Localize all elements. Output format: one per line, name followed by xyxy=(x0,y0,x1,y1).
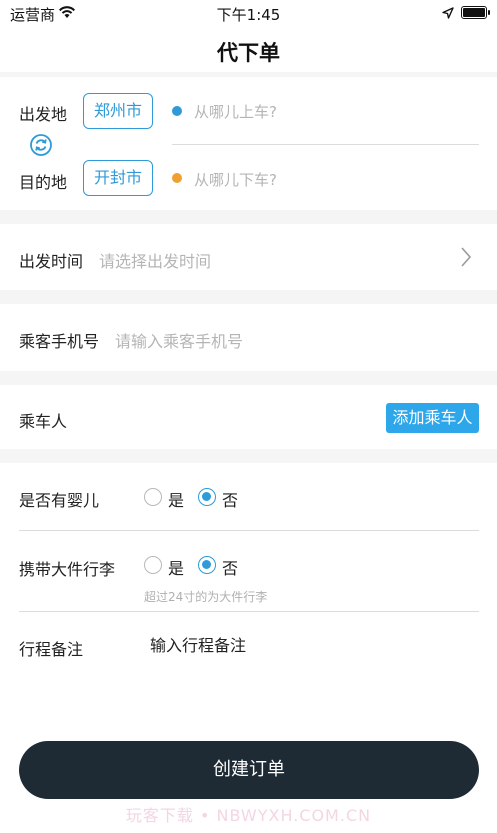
section-gap xyxy=(0,371,497,385)
luggage-label: 携带大件行李 xyxy=(19,560,116,579)
phone-input[interactable]: 请输入乘客手机号 xyxy=(115,328,243,352)
options-divider xyxy=(19,611,479,612)
departure-time-picker[interactable]: 请选择出发时间 xyxy=(99,248,211,272)
destination-label: 目的地 xyxy=(19,173,68,192)
swap-cities-icon[interactable] xyxy=(29,133,53,157)
options-divider xyxy=(19,530,479,531)
phone-label: 乘客手机号 xyxy=(19,332,100,351)
battery-icon xyxy=(461,6,490,19)
luggage-yes-label[interactable]: 是 xyxy=(168,555,184,579)
remark-input[interactable]: 输入行程备注 xyxy=(150,632,246,656)
luggage-hint: 超过24寸的为大件行李 xyxy=(144,590,268,604)
section-gap xyxy=(0,290,497,304)
departure-label: 出发地 xyxy=(19,105,68,124)
pickup-input[interactable]: 从哪儿上车? xyxy=(194,101,277,122)
luggage-no-label[interactable]: 否 xyxy=(222,555,238,579)
create-order-button[interactable]: 创建订单 xyxy=(19,741,479,799)
pickup-dot-icon xyxy=(172,106,182,116)
section-gap xyxy=(0,449,497,463)
passenger-label: 乘车人 xyxy=(19,412,68,431)
destination-city-button[interactable]: 开封市 xyxy=(83,160,153,196)
infant-yes-radio[interactable] xyxy=(144,488,162,506)
infant-yes-label[interactable]: 是 xyxy=(168,487,184,511)
page-title: 代下单 xyxy=(217,41,280,65)
infant-no-radio[interactable] xyxy=(198,488,216,506)
status-bar: 运营商 下午1:45 xyxy=(0,0,497,26)
luggage-yes-radio[interactable] xyxy=(144,556,162,574)
departure-city-button[interactable]: 郑州市 xyxy=(83,93,153,129)
infant-no-label[interactable]: 否 xyxy=(222,487,238,511)
add-passenger-button[interactable]: 添加乘车人 xyxy=(386,403,479,433)
infant-label: 是否有婴儿 xyxy=(19,491,100,510)
luggage-no-radio[interactable] xyxy=(198,556,216,574)
status-time: 下午1:45 xyxy=(216,6,281,24)
dropoff-input[interactable]: 从哪儿下车? xyxy=(194,169,277,190)
chevron-right-icon[interactable] xyxy=(460,246,472,272)
dropoff-dot-icon xyxy=(172,173,182,183)
section-gap xyxy=(0,210,497,224)
watermark: 玩客下载 • NBWYXH.COM.CN xyxy=(125,806,372,825)
location-arrow-icon xyxy=(442,5,454,23)
departure-time-label: 出发时间 xyxy=(19,252,84,271)
route-divider xyxy=(172,144,479,145)
remark-label: 行程备注 xyxy=(19,640,84,659)
